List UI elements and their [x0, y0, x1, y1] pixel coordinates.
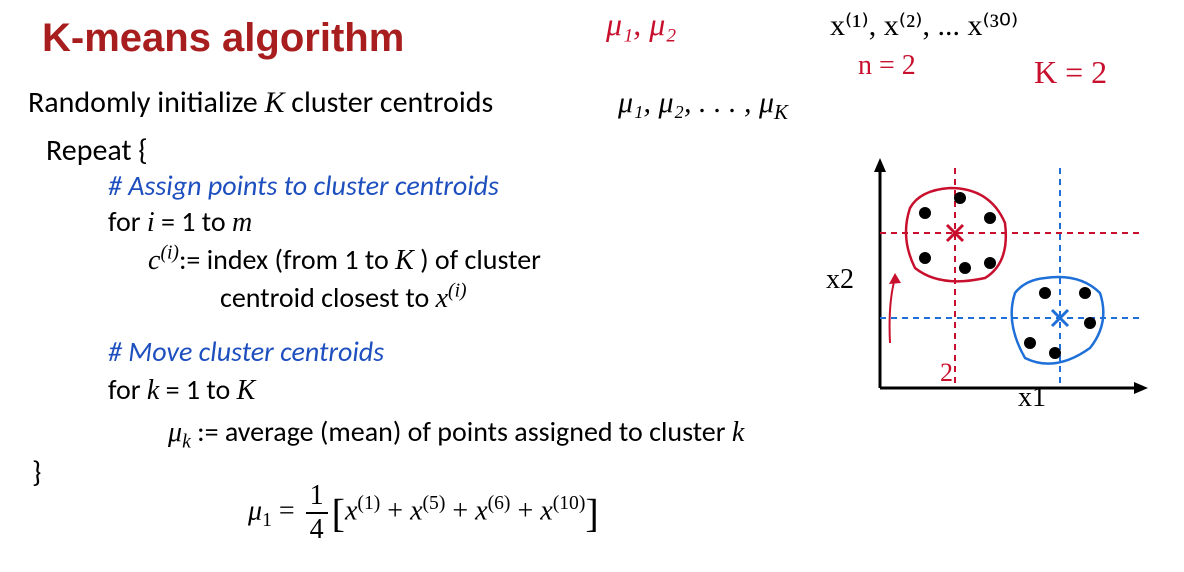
f-num: 1	[306, 480, 328, 514]
f-eq: =	[272, 495, 302, 526]
init-K: K	[264, 86, 284, 119]
handwritten-mu: μ₁, μ₂	[606, 6, 676, 43]
ci-text: := index (from 1 to	[179, 242, 395, 277]
for2-mid: = 1 to	[159, 372, 236, 407]
mu1-formula: μ1 = 14[x(1) + x(5) + x(6) + x(10)]	[248, 480, 599, 546]
f-s10: (10)	[553, 493, 586, 514]
for1-i: i	[147, 207, 155, 238]
mu-list-text: μ₁, μ₂, . . . , μ	[618, 86, 774, 119]
muk-sub: k	[182, 432, 191, 453]
f-rb: ]	[585, 491, 598, 536]
muk-mu: μ	[168, 417, 182, 448]
f-s6: (6)	[488, 493, 511, 514]
muk-k: k	[732, 417, 744, 448]
f-x5: x	[410, 495, 422, 526]
for-loop-i: for i = 1 to m	[108, 204, 252, 239]
comment-assign: # Assign points to cluster centroids	[108, 168, 499, 203]
init-suffix: cluster centroids	[285, 84, 494, 121]
for-loop-k: for k = 1 to K	[108, 372, 255, 407]
ci2-x: x	[436, 283, 448, 314]
comment-move: # Move cluster centroids	[108, 334, 384, 369]
handwritten-x-points: x⁽¹⁾, x⁽²⁾, ... x⁽³⁰⁾	[830, 8, 1018, 43]
f-p1: +	[380, 495, 410, 526]
f-den: 4	[306, 514, 328, 546]
f-x10: x	[540, 495, 552, 526]
ci-text2: ) of cluster	[414, 242, 541, 277]
for1-m: m	[232, 207, 252, 238]
f-mu: μ	[248, 495, 262, 526]
for2-K: K	[237, 375, 256, 406]
init-prefix: Randomly initialize	[28, 84, 264, 121]
f-sub1: 1	[262, 510, 272, 531]
f-x6: x	[475, 495, 487, 526]
handwritten-n: n = 2	[858, 50, 916, 82]
close-brace: }	[32, 454, 41, 491]
mu-list-K: K	[774, 100, 788, 124]
f-lb: [	[332, 491, 345, 536]
for2-k: k	[147, 375, 159, 406]
ci-K: K	[395, 245, 414, 276]
ci-c: c	[148, 245, 160, 276]
ci-line2: centroid closest to x(i)	[220, 280, 467, 315]
ci2-text: centroid closest to	[220, 280, 436, 315]
for2-prefix: for	[108, 372, 147, 407]
for1-prefix: for	[108, 204, 147, 239]
f-s5: (5)	[423, 493, 446, 514]
ci-assignment: c(i):= index (from 1 to K ) of cluster	[148, 242, 541, 277]
f-p2: +	[445, 495, 475, 526]
f-fraction: 14	[306, 480, 328, 546]
for1-mid: = 1 to	[155, 204, 232, 239]
slide-title: K-means algorithm	[42, 16, 404, 61]
repeat-brace: Repeat {	[46, 132, 148, 169]
scatter-plot	[830, 148, 1150, 408]
muk-text: := average (mean) of points assigned to …	[191, 414, 732, 449]
muk-assignment: μk := average (mean) of points assigned …	[168, 414, 744, 454]
ci-sup: (i)	[160, 243, 179, 264]
init-line: Randomly initialize K cluster centroids	[28, 84, 493, 121]
mu-list: μ₁, μ₂, . . . , μK	[618, 86, 788, 125]
f-x1: x	[345, 495, 357, 526]
handwritten-K: K = 2	[1034, 54, 1107, 91]
f-s1: (1)	[357, 493, 380, 514]
ci2-sup: (i)	[448, 281, 467, 302]
f-p3: +	[510, 495, 540, 526]
